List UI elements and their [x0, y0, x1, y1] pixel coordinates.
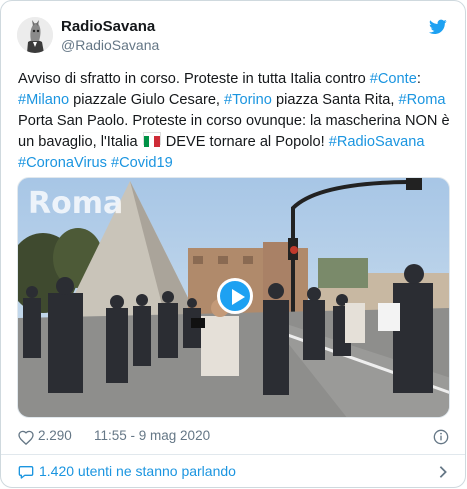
avatar[interactable]	[17, 17, 53, 53]
chevron-right-icon	[439, 466, 447, 478]
italy-flag-icon	[142, 132, 161, 147]
user-name[interactable]: RadioSavana	[61, 18, 155, 35]
hashtag-link[interactable]: #CoronaVirus	[18, 155, 107, 171]
video-watermark: Roma	[28, 186, 124, 221]
hashtag-link[interactable]: #Covid19	[111, 155, 173, 171]
tweet-header: RadioSavana @RadioSavana	[17, 17, 449, 57]
tweet-text-segment: :	[416, 71, 421, 87]
chat-bubble-icon	[18, 466, 34, 479]
play-icon[interactable]	[217, 278, 253, 314]
video-player[interactable]: Roma	[17, 177, 450, 418]
hashtag-link[interactable]: #Conte	[370, 71, 417, 87]
hashtag-link[interactable]: #RadioSavana	[329, 134, 425, 150]
tweet-text: Avviso di sfratto in corso. Proteste in …	[18, 69, 450, 174]
avatar-image	[17, 17, 53, 53]
tweet-text-segment: Avviso di sfratto in corso. Proteste in …	[18, 71, 370, 87]
conversation-link[interactable]: 1.420 utenti ne stanno parlando	[18, 462, 450, 482]
twitter-bird-icon[interactable]	[429, 19, 447, 35]
like-count[interactable]: 2.290	[38, 428, 72, 443]
divider	[1, 454, 465, 455]
heart-icon[interactable]	[18, 430, 34, 445]
user-handle[interactable]: @RadioSavana	[61, 37, 159, 53]
tweet-text-segment: piazza Santa Rita,	[271, 92, 399, 108]
timestamp[interactable]: 11:55 - 9 mag 2020	[94, 428, 210, 443]
tweet-text-segment: piazzale Giulo Cesare,	[69, 92, 225, 108]
hashtag-link[interactable]: #Roma	[398, 92, 445, 108]
info-icon[interactable]	[433, 429, 449, 445]
tweet-card: RadioSavana @RadioSavana Avviso di sfrat…	[0, 0, 466, 488]
hashtag-link[interactable]: #Milano	[18, 92, 69, 108]
hashtag-link[interactable]: #Torino	[224, 92, 272, 108]
conversation-count-label: 1.420 utenti ne stanno parlando	[39, 463, 236, 479]
tweet-text-segment: DEVE tornare al Popolo!	[161, 134, 329, 150]
